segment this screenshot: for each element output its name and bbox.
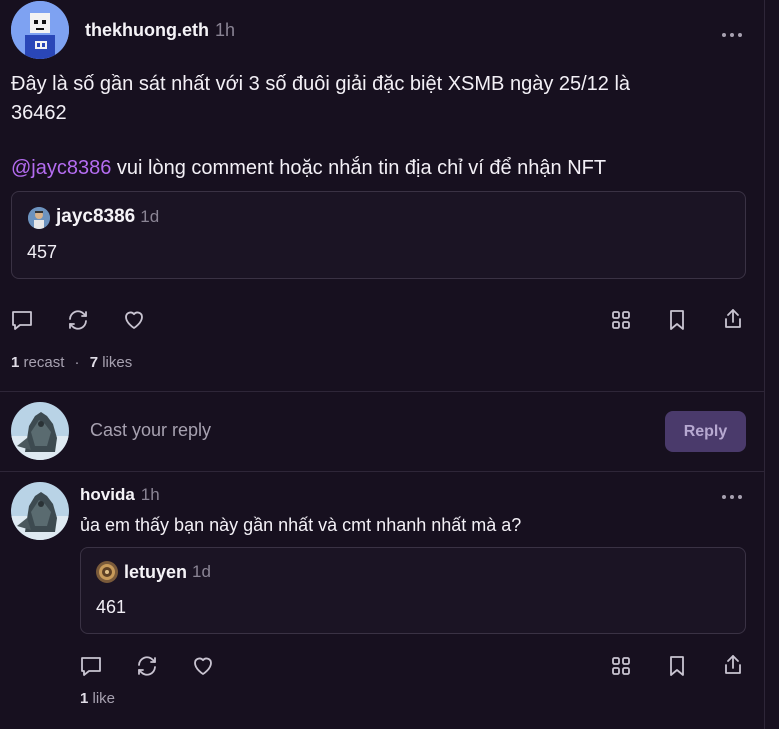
- author-name[interactable]: thekhuong.eth: [85, 20, 209, 41]
- grid-icon[interactable]: [609, 654, 633, 678]
- quote-time: 1d: [140, 207, 160, 226]
- quote-text: 461: [96, 597, 127, 617]
- pattern-avatar-icon: [96, 561, 118, 583]
- pixel-avatar-icon: [11, 1, 69, 59]
- recast-icon[interactable]: [66, 308, 90, 332]
- quoted-cast[interactable]: letuyen 1d 461: [80, 547, 746, 634]
- reply-text: ủa em thấy bạn này gần nhất và cmt nhanh…: [80, 515, 522, 535]
- column-border: [764, 0, 765, 729]
- monster-avatar-icon: [11, 402, 69, 460]
- reply-author-name[interactable]: hovida: [80, 485, 135, 505]
- reply-button[interactable]: Reply: [665, 411, 746, 452]
- more-icon[interactable]: [722, 495, 742, 499]
- comment-icon[interactable]: [10, 308, 34, 332]
- quote-author: letuyen: [124, 561, 188, 582]
- my-avatar: [11, 402, 69, 460]
- stats-separator: ·: [74, 354, 80, 371]
- bookmark-icon[interactable]: [665, 654, 689, 678]
- comment-icon[interactable]: [79, 654, 103, 678]
- likes-label[interactable]: likes: [98, 354, 132, 371]
- quote-author: jayc8386: [56, 206, 136, 227]
- mention-link[interactable]: @jayc8386: [11, 157, 111, 179]
- recast-icon[interactable]: [135, 654, 159, 678]
- person-avatar-icon: [28, 207, 50, 229]
- reply-time[interactable]: 1h: [141, 485, 160, 505]
- author-avatar[interactable]: [11, 1, 69, 59]
- quote-time: 1d: [192, 562, 211, 581]
- reply-author-avatar[interactable]: [11, 482, 69, 540]
- quoted-cast[interactable]: jayc8386 1d 457: [11, 191, 746, 279]
- grid-icon[interactable]: [609, 308, 633, 332]
- share-icon[interactable]: [721, 653, 745, 677]
- quote-avatar: [28, 207, 50, 229]
- quote-avatar: [96, 561, 118, 583]
- post-text-line-1: Đây là số gần sát nhất với 3 số đuôi giả…: [11, 73, 631, 95]
- more-icon[interactable]: [722, 33, 742, 37]
- recast-label[interactable]: recast: [19, 354, 65, 371]
- post-text-line-2: 36462: [11, 102, 67, 124]
- bookmark-icon[interactable]: [665, 308, 689, 332]
- divider: [0, 471, 764, 472]
- reply-likes-label[interactable]: like: [88, 690, 116, 707]
- heart-icon[interactable]: [122, 308, 146, 332]
- post-time[interactable]: 1h: [215, 20, 235, 41]
- quote-text: 457: [27, 242, 58, 262]
- monster-avatar-icon: [11, 482, 69, 540]
- divider: [0, 391, 764, 392]
- heart-icon[interactable]: [191, 654, 215, 678]
- share-icon[interactable]: [721, 307, 745, 331]
- reply-input[interactable]: Cast your reply: [90, 420, 211, 441]
- like-count[interactable]: 7: [90, 354, 98, 371]
- post-text-line-3: vui lòng comment hoặc nhắn tin địa chỉ v…: [111, 157, 607, 179]
